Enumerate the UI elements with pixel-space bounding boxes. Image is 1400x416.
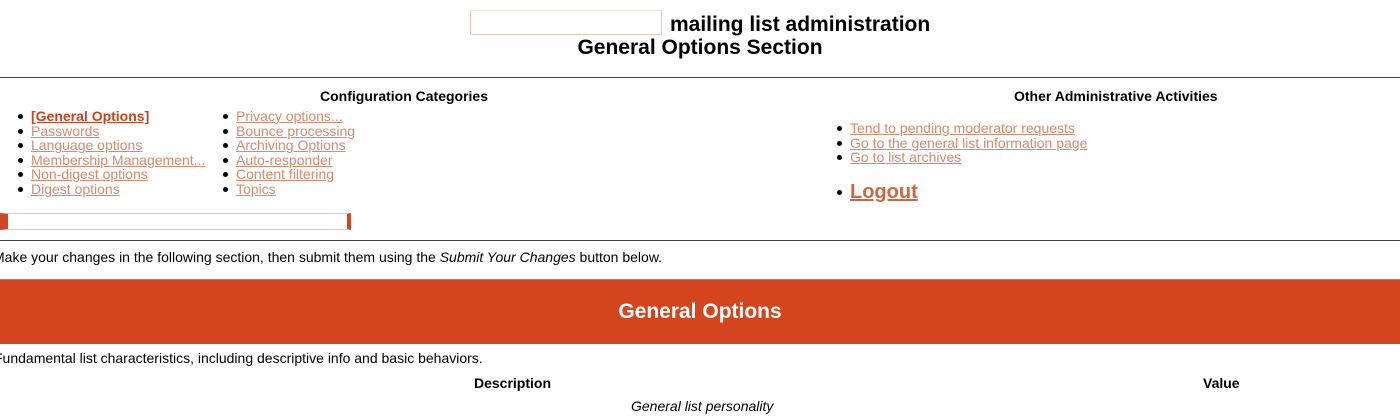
instructions-before: Make your changes in the following secti… [0, 249, 440, 265]
section-description: Fundamental list characteristics, includ… [0, 350, 483, 366]
instructions-emphasis: Submit Your Changes [439, 249, 576, 265]
admin-activity-link-tend-to-pending-moderator-requests[interactable]: Tend to pending moderator requests [850, 120, 1075, 136]
description-column-header: Description [474, 375, 552, 391]
config-category-item: Language options [0, 138, 205, 153]
logout-list: Logout [819, 180, 918, 204]
config-category-item: Auto-responder [205, 152, 355, 168]
config-categories-heading: Configuration Categories [320, 88, 489, 104]
config-category-item: Topics [205, 182, 355, 197]
config-category-link-bounce-processing[interactable]: Bounce processing [236, 123, 355, 139]
config-category-list-left: [General Options] Passwords Language optio… [0, 109, 205, 197]
config-category-link-digest-options[interactable]: Digest options [31, 181, 120, 197]
admin-activity-link-go-to-list-archives[interactable]: Go to list archives [850, 149, 961, 165]
config-category-item: [General Options] [0, 109, 205, 124]
config-category-item: Privacy options... [205, 109, 355, 124]
config-category-item: Bounce processing [205, 123, 355, 139]
logout-link[interactable]: Logout [850, 181, 918, 203]
config-category-item: Membership Management... [0, 152, 205, 168]
config-category-link-general-options[interactable]: [General Options] [31, 108, 149, 124]
page-header: mailing list administration General Opti… [0, 0, 1400, 78]
config-category-link-archiving-options[interactable]: Archiving Options [236, 137, 346, 153]
admin-activity-link-go-to-the-general-list-information-page[interactable]: Go to the general list information page [850, 135, 1087, 151]
value-column-header: Value [1203, 375, 1240, 391]
instructions-divider [0, 240, 1400, 241]
config-category-item: Passwords [0, 123, 205, 139]
other-activities-list: Tend to pending moderator requests Go to … [819, 121, 1087, 165]
admin-activity-item: Go to the general list information page [819, 135, 1087, 151]
top-divider [0, 77, 1400, 78]
subsection-title: General list personality [631, 398, 774, 414]
config-category-link-non-digest-options[interactable]: Non-digest options [31, 166, 148, 182]
config-category-item: Content filtering [205, 167, 355, 182]
instructions-after: button below. [575, 249, 663, 265]
page-title: General Options Section [577, 36, 823, 59]
admin-activity-item: Go to list archives [819, 150, 1087, 165]
config-category-link-auto-responder[interactable]: Auto-responder [236, 152, 333, 168]
config-category-link-passwords[interactable]: Passwords [31, 123, 99, 139]
list-name-field [470, 10, 662, 35]
config-category-link-language-options[interactable]: Language options [31, 137, 142, 153]
config-category-item: Non-digest options [0, 167, 205, 182]
instructions-text: Make your changes in the following secti… [0, 249, 662, 265]
admin-title: mailing list administration [670, 13, 931, 36]
config-category-link-privacy-options[interactable]: Privacy options... [236, 108, 343, 124]
config-category-link-topics[interactable]: Topics [236, 181, 276, 197]
config-category-item: Digest options [0, 182, 205, 197]
config-category-list-right: Privacy options... Bounce processing Archi… [205, 109, 355, 197]
config-category-item: Archiving Options [205, 138, 355, 153]
section-banner: General Options [0, 280, 1400, 344]
jump-to-select[interactable] [0, 213, 351, 230]
config-category-link-content-filtering[interactable]: Content filtering [236, 166, 334, 182]
other-activities-heading: Other Administrative Activities [1014, 88, 1218, 104]
admin-activity-item: Tend to pending moderator requests [819, 121, 1087, 136]
logout-item: Logout [819, 180, 918, 204]
config-category-link-membership-management[interactable]: Membership Management... [31, 152, 205, 168]
